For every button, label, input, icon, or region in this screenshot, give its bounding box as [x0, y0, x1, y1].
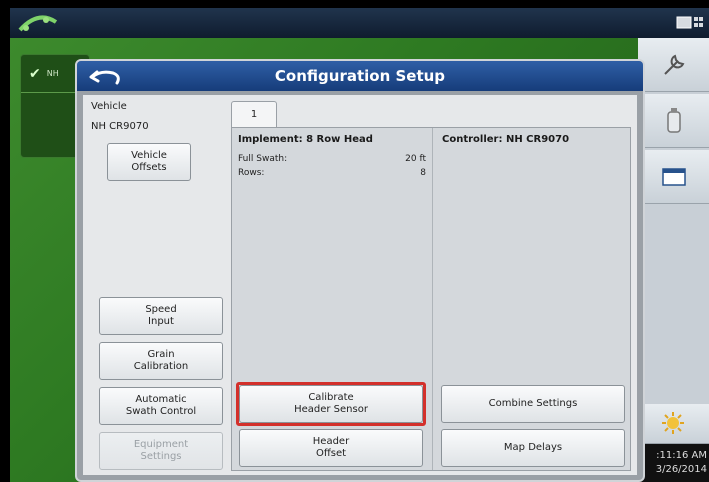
wrench-icon: [663, 54, 684, 75]
clock-display: :11:16 AM 3/26/2014: [638, 444, 709, 482]
full-swath-value: 20 ft: [405, 154, 426, 164]
combine-settings-button[interactable]: Combine Settings: [441, 385, 625, 423]
automatic-swath-control-button[interactable]: Automatic Swath Control: [99, 387, 223, 425]
sun-icon: [661, 411, 684, 434]
window-icon: [661, 167, 686, 186]
equipment-settings-button[interactable]: Equipment Settings: [99, 432, 223, 470]
display-screen: ✔ NH :11:16 AM 3/26/2014 Configuration S…: [10, 8, 709, 482]
display-settings-icon[interactable]: [675, 14, 705, 32]
background-item-text: NH: [46, 69, 59, 78]
header-offset-button[interactable]: Header Offset: [239, 429, 423, 467]
grain-calibration-button[interactable]: Grain Calibration: [99, 342, 223, 380]
clock-date: 3/26/2014: [655, 464, 707, 475]
tools-button[interactable]: [638, 38, 709, 92]
dialog-body: Vehicle NH CR9070 Vehicle Offsets Speed …: [83, 95, 637, 475]
right-sidebar: :11:16 AM 3/26/2014: [638, 38, 709, 482]
clock-time: :11:16 AM: [656, 450, 707, 461]
highlight-outline: [236, 382, 426, 426]
map-delays-button[interactable]: Map Delays: [441, 429, 625, 467]
vehicle-offsets-button[interactable]: Vehicle Offsets: [107, 143, 191, 181]
rows-label: Rows:: [238, 168, 265, 178]
vehicle-name: NH CR9070: [91, 121, 149, 132]
tab-1[interactable]: 1: [231, 101, 277, 127]
rows-value: 8: [420, 168, 426, 178]
check-icon: ✔: [29, 65, 41, 82]
full-swath-label: Full Swath:: [238, 154, 288, 164]
brightness-button[interactable]: [638, 404, 709, 444]
speed-input-button[interactable]: Speed Input: [99, 297, 223, 335]
window-button[interactable]: [638, 150, 709, 204]
dialog-title: Configuration Setup: [274, 67, 446, 85]
controller-title: Controller: NH CR9070: [442, 134, 570, 145]
tank-icon: [666, 107, 681, 133]
vehicle-label: Vehicle: [91, 101, 127, 112]
implement-title: Implement: 8 Row Head: [238, 134, 373, 145]
logo-icon: [18, 15, 58, 32]
column-divider: [432, 128, 433, 470]
fluids-button[interactable]: [638, 94, 709, 148]
dialog-title-bar: Configuration Setup: [77, 61, 643, 91]
top-bar: [10, 8, 709, 38]
configuration-dialog: Configuration Setup Vehicle NH CR9070 Ve…: [75, 59, 645, 482]
